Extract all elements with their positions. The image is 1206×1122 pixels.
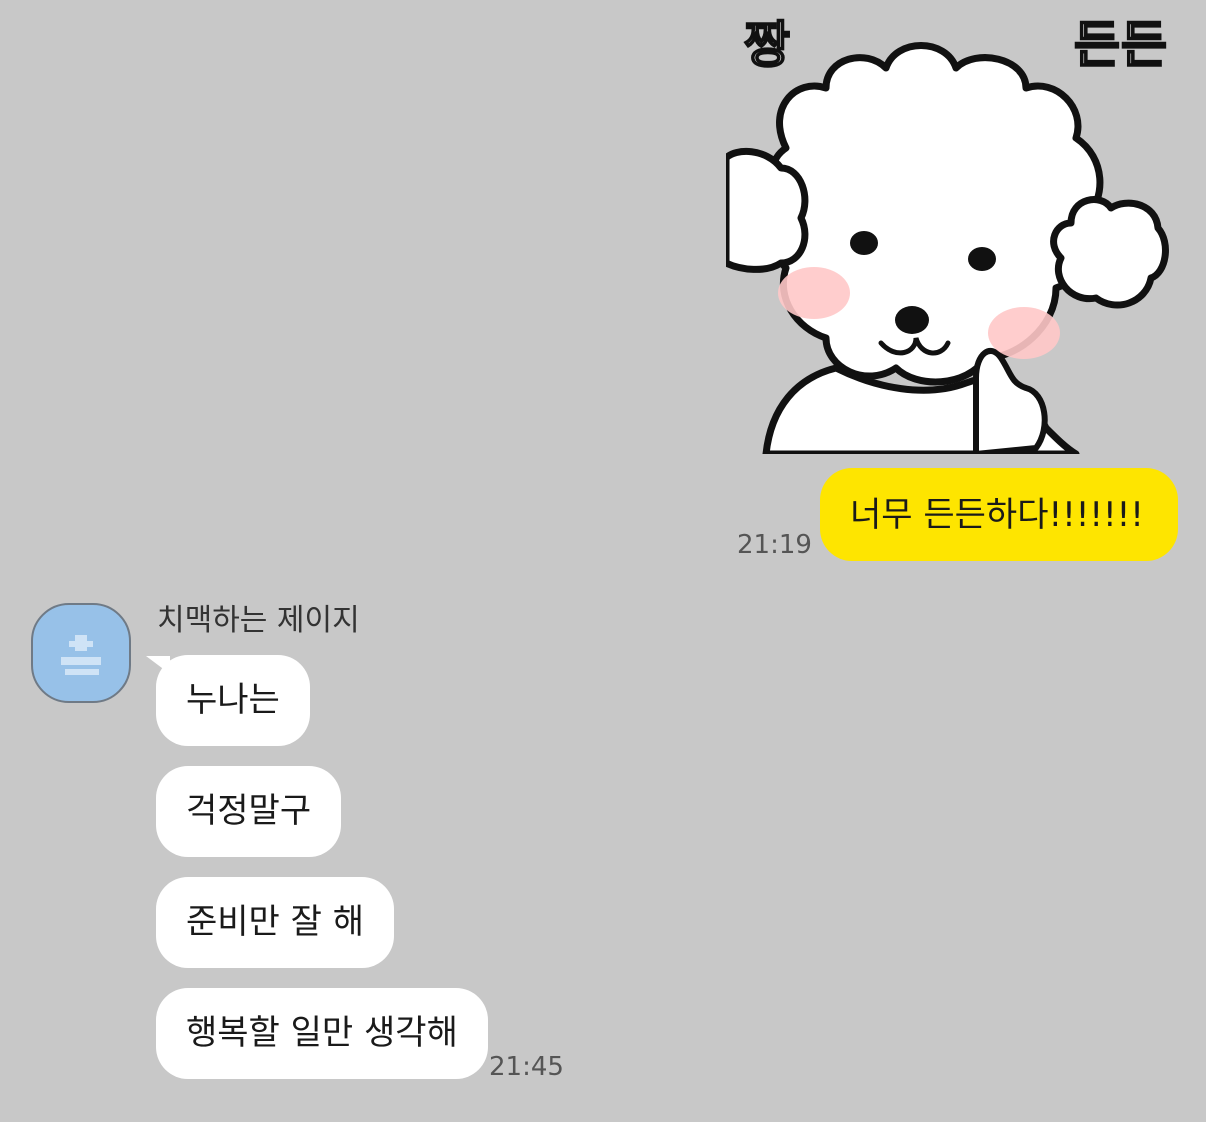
default-profile-icon [61, 635, 101, 675]
incoming-message-bubble[interactable]: 준비만 잘 해 [156, 877, 395, 968]
sender-avatar[interactable] [31, 603, 131, 703]
white-puppy-thumbs-up-image [726, 42, 1169, 454]
incoming-message-bubble[interactable]: 행복할 일만 생각해 [156, 988, 488, 1079]
outgoing-timestamp: 21:19 [737, 530, 812, 560]
incoming-message-bubble[interactable]: 누나는 [156, 655, 310, 746]
incoming-message-bubble[interactable]: 걱정말구 [156, 766, 342, 857]
sender-name: 치맥하는 제이지 [157, 603, 360, 638]
sticker-caption-left: 짱 [743, 16, 791, 74]
chat-room: 짱 든든 21:19 너무 든든하다!!!!!!! 치맥하는 제이지 누나는 걱… [0, 0, 1206, 1122]
outgoing-message-bubble[interactable]: 너무 든든하다!!!!!!! [820, 468, 1178, 561]
incoming-timestamp: 21:45 [489, 1052, 564, 1082]
dog-sticker[interactable]: 짱 든든 [726, 8, 1176, 454]
sticker-caption-right: 든든 [1073, 16, 1168, 74]
